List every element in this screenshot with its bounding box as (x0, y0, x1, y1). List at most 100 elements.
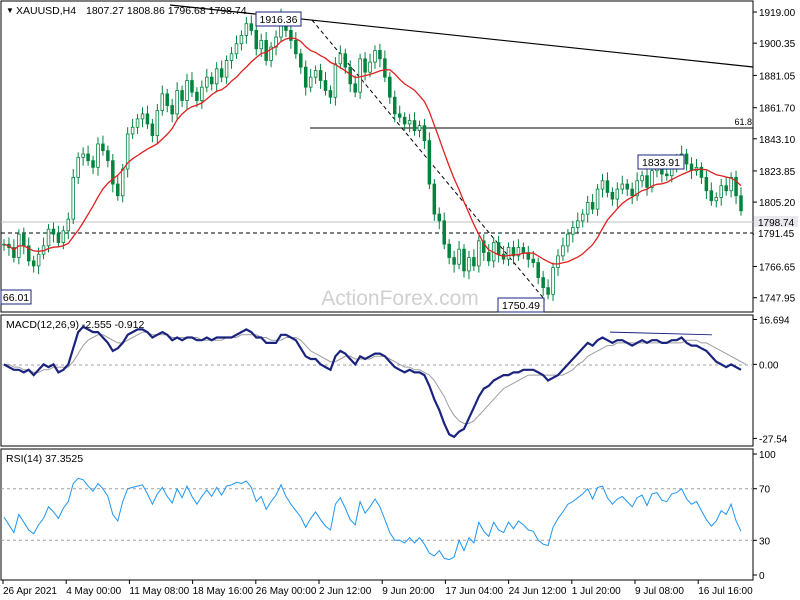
header: ▼ XAUUSD,H4 1807.27 1808.86 1796.68 1798… (6, 5, 247, 17)
candle-body (496, 242, 501, 255)
candle-body (467, 257, 471, 272)
candle-body (610, 192, 615, 200)
candle-body (368, 61, 372, 73)
candle-body (214, 68, 219, 85)
candle-body (506, 247, 511, 260)
candle-body (328, 90, 333, 98)
candle-body (343, 53, 348, 68)
candle-body (289, 29, 293, 41)
candle-body (600, 180, 605, 190)
candle-body (239, 35, 244, 45)
candle-body (56, 233, 61, 243)
candle-body (432, 183, 437, 215)
support-price-tag-label: 1791.45 (758, 229, 795, 240)
candle-body (150, 123, 155, 137)
annotation-low: 1750.49 (497, 297, 545, 313)
price-tick-label: 1861.70 (759, 104, 796, 115)
candle-body (580, 213, 585, 222)
candle-body (427, 140, 432, 185)
candle-body (665, 173, 669, 177)
candle-body (353, 83, 357, 93)
candle-body (393, 96, 397, 115)
candle-body (155, 110, 160, 137)
candle-body (462, 248, 466, 272)
candle-body (437, 213, 442, 222)
time-tick-label: 11 May 08:00 (129, 586, 189, 597)
candle-body (209, 76, 214, 85)
candle-body (31, 260, 36, 267)
candle-body (313, 70, 318, 78)
candle-body (566, 233, 570, 247)
candle-body (412, 120, 417, 132)
candle-body (234, 43, 239, 55)
candle-body (605, 180, 610, 193)
fib-label: 61.8 (734, 117, 752, 127)
candle-body (625, 183, 629, 190)
rsi-panel: RSI(14) 37.3525 (0, 448, 754, 581)
price-tick-label: 1881.05 (759, 71, 796, 82)
time-tick-label: 9 Jun 20:00 (382, 586, 435, 597)
candle-body (145, 113, 150, 125)
macd-axis: 16.694 0.00 -27.54 (753, 316, 790, 445)
price-tick-label: 1919.00 (759, 8, 796, 19)
candle-body (120, 168, 125, 197)
candle-body (373, 50, 377, 63)
macd-tick-label: -27.54 (759, 434, 788, 445)
rsi-tick-label: 30 (759, 536, 771, 547)
candle-body (224, 60, 229, 78)
candle-body (536, 262, 540, 278)
candle-body (571, 227, 575, 235)
symbol-label: XAUUSD,H4 (16, 5, 76, 17)
candle-body (66, 218, 71, 232)
candle-body (308, 76, 313, 88)
candle-body (200, 86, 204, 101)
chart-root: ActionForex.com 61.8 1916.36 1833.91 175… (0, 0, 798, 597)
candle-body (704, 176, 709, 192)
candle-body (160, 93, 165, 111)
candle-body (294, 40, 298, 55)
candle-body (338, 53, 343, 65)
candle-body (378, 50, 382, 60)
annotation-recent-high: 1833.91 (637, 154, 685, 170)
candle-body (739, 195, 743, 212)
candle-body (402, 116, 407, 125)
macd-title: MACD(12,26,9) -2.555 -0.912 (6, 319, 144, 331)
candle-body (561, 245, 565, 257)
candle-body (229, 53, 234, 61)
candle-body (76, 156, 80, 178)
candle-body (244, 23, 249, 36)
candle-body (96, 143, 100, 168)
candle-body (259, 40, 263, 50)
annotation-left-label: 66.01 (3, 292, 29, 304)
candle-body (590, 202, 595, 210)
annotation-recent-high-label: 1833.91 (642, 157, 680, 169)
candle-body (249, 23, 254, 31)
macd-panel: MACD(12,26,9) -2.555 -0.912 (0, 314, 754, 447)
candle-body (417, 125, 422, 132)
price-tick-label: 1805.20 (759, 198, 796, 209)
rsi-panel-frame (0, 448, 754, 581)
candle-body (442, 220, 446, 245)
candle-body (615, 188, 620, 200)
candle-body (714, 197, 719, 202)
candle-body (101, 143, 105, 152)
candle-body (556, 255, 560, 268)
annotation-high-label: 1916.36 (260, 14, 298, 26)
macd-panel-frame (0, 314, 754, 447)
candle-body (719, 185, 723, 198)
price-tick-label: 1766.65 (759, 262, 796, 273)
ohlc-readout: 1807.27 1808.86 1796.68 1798.74 (86, 5, 247, 17)
candle-body (36, 253, 41, 267)
candle-body (640, 175, 644, 182)
candle-body (595, 188, 600, 210)
candle-body (645, 175, 649, 188)
candle-body (452, 257, 456, 265)
annotation-high: 1916.36 (255, 11, 302, 27)
candle-body (620, 183, 625, 190)
candle-body (140, 113, 145, 120)
candle-body (447, 243, 451, 258)
rsi-tick-label: 100 (759, 450, 776, 461)
candle-body (219, 68, 224, 78)
annotation-left: 66.01 (0, 289, 32, 305)
time-tick-label: 16 Jul 16:00 (698, 586, 753, 597)
